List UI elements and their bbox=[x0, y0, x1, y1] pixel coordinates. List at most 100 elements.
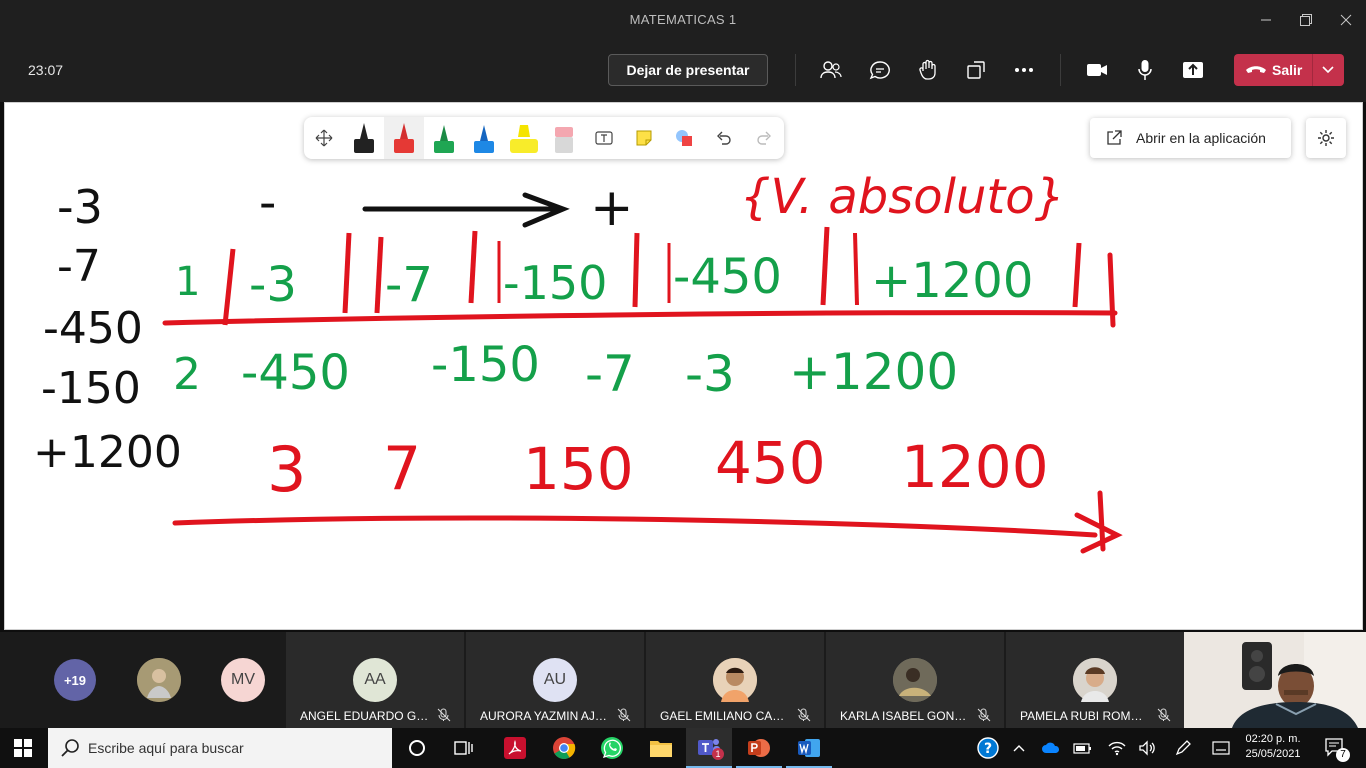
self-video-preview[interactable] bbox=[1184, 632, 1366, 728]
volume-tray-icon[interactable] bbox=[1134, 728, 1160, 768]
participant-tile[interactable]: AA ANGEL EDUARDO GA... bbox=[286, 632, 464, 728]
whatsapp-taskbar-app[interactable] bbox=[589, 728, 635, 768]
chrome-taskbar-app[interactable] bbox=[541, 728, 587, 768]
text-tool[interactable] bbox=[584, 117, 624, 159]
eraser-tool[interactable] bbox=[544, 117, 584, 159]
start-button[interactable] bbox=[0, 728, 46, 768]
touch-keyboard-button[interactable] bbox=[1208, 728, 1234, 768]
participants-button[interactable] bbox=[816, 55, 846, 85]
rooms-button[interactable] bbox=[961, 55, 991, 85]
folder-icon bbox=[650, 741, 672, 757]
show-hidden-icons-button[interactable] bbox=[1008, 728, 1030, 768]
participant-tile[interactable]: GAEL EMILIANO CAN... bbox=[646, 632, 824, 728]
ink-row1-value: -450 bbox=[673, 249, 782, 305]
participant-name: ANGEL EDUARDO GA... bbox=[300, 709, 430, 723]
avatar-photo bbox=[137, 658, 181, 702]
chevron-up-icon bbox=[1013, 745, 1025, 752]
acrobat-taskbar-app[interactable] bbox=[492, 728, 538, 768]
green-pen-tool[interactable] bbox=[424, 117, 464, 159]
open-in-app-button[interactable]: Abrir en la aplicación bbox=[1090, 118, 1291, 158]
participant-tile[interactable]: AU AURORA YAZMIN AJA... bbox=[466, 632, 644, 728]
file-explorer-taskbar-app[interactable] bbox=[638, 728, 684, 768]
more-actions-button[interactable] bbox=[1009, 55, 1039, 85]
shapes-tool[interactable] bbox=[664, 117, 704, 159]
chevron-down-icon[interactable] bbox=[1320, 59, 1336, 79]
wifi-tray-icon[interactable] bbox=[1104, 728, 1130, 768]
redo-button[interactable] bbox=[744, 117, 784, 159]
chat-icon bbox=[869, 61, 890, 80]
breakout-rooms-icon bbox=[967, 61, 985, 79]
participant-tile[interactable]: KARLA ISABEL GONZA... bbox=[826, 632, 1004, 728]
teams-notification-badge: 1 bbox=[712, 748, 724, 760]
taskbar-clock[interactable]: 02:20 p. m. 25/05/2021 bbox=[1242, 732, 1304, 762]
cortana-button[interactable] bbox=[394, 728, 440, 768]
eraser-icon bbox=[555, 127, 573, 153]
taskbar-search-box[interactable]: Escribe aquí para buscar bbox=[48, 728, 392, 768]
word-taskbar-app[interactable] bbox=[786, 728, 832, 768]
battery-tray-icon[interactable] bbox=[1070, 728, 1096, 768]
minimize-button[interactable] bbox=[1246, 0, 1286, 40]
mic-muted-icon bbox=[1157, 708, 1171, 722]
task-view-button[interactable] bbox=[440, 728, 486, 768]
title-bar: MATEMATICAS 1 bbox=[0, 0, 1366, 40]
maximize-button[interactable] bbox=[1286, 0, 1326, 40]
ink-divider bbox=[468, 230, 478, 304]
restore-icon bbox=[1300, 14, 1312, 26]
open-in-app-label: Abrir en la aplicación bbox=[1136, 130, 1266, 146]
move-tool[interactable] bbox=[304, 117, 344, 159]
whiteboard-settings-button[interactable] bbox=[1306, 118, 1346, 158]
blue-pen-tool[interactable] bbox=[464, 117, 504, 159]
mic-button[interactable] bbox=[1130, 55, 1160, 85]
participant-name: KARLA ISABEL GONZA... bbox=[840, 709, 970, 723]
ink-row2-value: -3 bbox=[685, 345, 735, 403]
powerpoint-taskbar-app[interactable] bbox=[736, 728, 782, 768]
action-center-button[interactable]: 7 bbox=[1318, 728, 1354, 768]
black-pen-tool[interactable] bbox=[344, 117, 384, 159]
ink-left-value: +1200 bbox=[33, 427, 182, 478]
help-circle-icon: ? bbox=[977, 737, 999, 759]
more-horizontal-icon bbox=[1015, 68, 1033, 72]
onedrive-tray-icon[interactable] bbox=[1038, 728, 1064, 768]
ink-divider bbox=[632, 232, 640, 308]
share-button[interactable] bbox=[1178, 55, 1208, 85]
red-pen-tool[interactable] bbox=[384, 117, 424, 159]
participant-tile[interactable]: PAMELA RUBI ROMER... bbox=[1006, 632, 1184, 728]
raise-hand-icon bbox=[919, 59, 936, 80]
reactions-button[interactable] bbox=[913, 55, 943, 85]
whatsapp-icon bbox=[601, 737, 623, 759]
ink-row2-value: -7 bbox=[585, 345, 635, 403]
whiteboard-stage[interactable]: -3 -7 -450 -150 +1200 + --> - + {V. abso… bbox=[4, 102, 1363, 630]
ink-row2-value: +1200 bbox=[789, 343, 958, 401]
undo-button[interactable] bbox=[704, 117, 744, 159]
self-video-frame bbox=[1184, 632, 1366, 728]
highlighter-tool[interactable] bbox=[504, 117, 544, 159]
taskbar-time: 02:20 p. m. bbox=[1245, 733, 1301, 745]
leave-button[interactable]: Salir bbox=[1234, 54, 1344, 86]
ink-row-label: 1 bbox=[175, 259, 200, 305]
open-external-icon bbox=[1107, 130, 1122, 145]
chat-button[interactable] bbox=[865, 55, 895, 85]
sticky-note-tool[interactable] bbox=[624, 117, 664, 159]
help-tray-button[interactable]: ? bbox=[974, 728, 1002, 768]
camera-button[interactable] bbox=[1082, 55, 1112, 85]
meeting-control-bar: 23:07 Dejar de presentar Salir bbox=[0, 40, 1366, 102]
ink-left-value: -450 bbox=[43, 303, 143, 354]
participant-name: GAEL EMILIANO CAN... bbox=[660, 709, 790, 723]
ink-row3-value: 450 bbox=[715, 429, 826, 497]
ink-row3-value: 1200 bbox=[901, 433, 1049, 501]
participant-avatar[interactable]: MV bbox=[221, 658, 265, 702]
stop-presenting-button[interactable]: Dejar de presentar bbox=[608, 54, 768, 86]
pen-workspace-button[interactable] bbox=[1170, 728, 1196, 768]
svg-text:?: ? bbox=[984, 741, 992, 757]
ink-divider bbox=[222, 248, 236, 326]
close-window-button[interactable] bbox=[1326, 0, 1366, 40]
ink-divider bbox=[820, 226, 830, 306]
teams-taskbar-app[interactable]: 1 bbox=[686, 728, 732, 768]
whiteboard-canvas[interactable]: -3 -7 -450 -150 +1200 + --> - + {V. abso… bbox=[5, 103, 1364, 631]
people-icon bbox=[820, 61, 842, 79]
shapes-icon bbox=[676, 130, 692, 146]
participant-avatar: AA bbox=[353, 658, 397, 702]
mic-muted-icon bbox=[977, 708, 991, 722]
participant-avatar[interactable] bbox=[137, 658, 181, 702]
more-participants-button[interactable]: +19 bbox=[54, 659, 96, 701]
